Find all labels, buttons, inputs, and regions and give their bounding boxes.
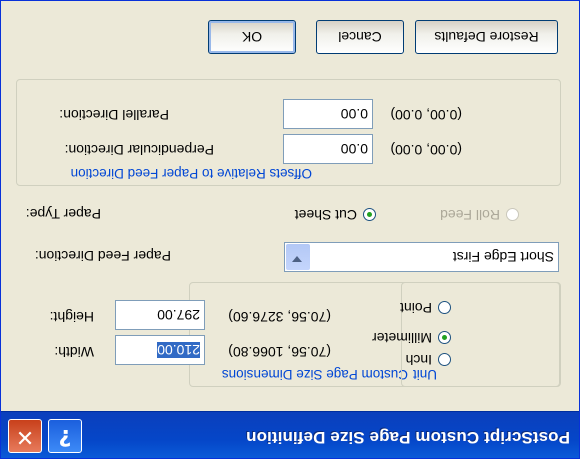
window-title: PostScript Custom Page Size Definition: [245, 428, 570, 447]
perpendicular-field[interactable]: 0.00: [283, 134, 373, 164]
cancel-button[interactable]: Cancel: [316, 20, 404, 54]
height-range: (70.56, 3276.60): [228, 309, 331, 325]
offsets-legend: Offsets Relative to Paper Feed Direction: [68, 166, 314, 181]
paper-type-label: Paper Type:: [25, 206, 101, 222]
close-icon[interactable]: ✕: [8, 419, 42, 453]
ok-button[interactable]: OK: [208, 20, 296, 54]
paper-type-cut-sheet-radio[interactable]: Cut Sheet: [284, 205, 376, 223]
unit-legend: Unit: [410, 367, 439, 382]
width-label: Width:: [54, 344, 94, 360]
parallel-range: (0.00, 0.00): [390, 107, 462, 123]
dialog-window: PostScript Custom Page Size Definition ?…: [0, 0, 580, 459]
unit-millimeter-dot: [438, 331, 451, 344]
cut-sheet-dot: [363, 208, 376, 221]
paper-type-roll-feed-radio: Roll Feed: [431, 205, 519, 223]
width-range: (70.56, 1066.80): [228, 344, 331, 360]
title-bar[interactable]: PostScript Custom Page Size Definition ?…: [1, 411, 579, 458]
restore-defaults-button[interactable]: Restore Defaults: [415, 20, 558, 54]
roll-feed-label: Roll Feed: [440, 207, 500, 223]
unit-inch-dot: [438, 353, 451, 366]
roll-feed-dot: [506, 208, 519, 221]
unit-inch-label: Inch: [405, 352, 432, 368]
unit-millimeter-label: Millimeter: [372, 330, 432, 346]
perpendicular-range: (0.00, 0.00): [390, 142, 462, 158]
paper-feed-select[interactable]: Short Edge First: [284, 242, 559, 272]
width-field[interactable]: 210.00: [115, 335, 205, 365]
unit-inch-radio[interactable]: Inch: [405, 350, 451, 368]
height-label: Height:: [49, 309, 94, 325]
unit-point-dot: [438, 301, 451, 314]
help-icon[interactable]: ?: [48, 419, 82, 453]
paper-feed-value: Short Edge First: [452, 249, 554, 265]
unit-millimeter-radio[interactable]: Millimeter: [361, 328, 451, 346]
chevron-down-icon[interactable]: [286, 244, 310, 270]
width-value: 210.00: [157, 342, 200, 358]
unit-point-label: Point: [400, 300, 432, 316]
cut-sheet-label: Cut Sheet: [294, 207, 357, 223]
height-field[interactable]: 297.00: [115, 300, 205, 330]
parallel-field[interactable]: 0.00: [283, 99, 373, 129]
parallel-label: Parallel Direction:: [59, 107, 169, 123]
unit-point-radio[interactable]: Point: [400, 298, 451, 316]
perpendicular-label: Perpendicular Direction:: [64, 142, 214, 158]
paper-feed-label: Paper Feed Direction:: [34, 248, 171, 264]
stage: PostScript Custom Page Size Definition ?…: [0, 0, 580, 459]
custom-size-legend: Custom Page Size Dimensions: [219, 367, 410, 382]
